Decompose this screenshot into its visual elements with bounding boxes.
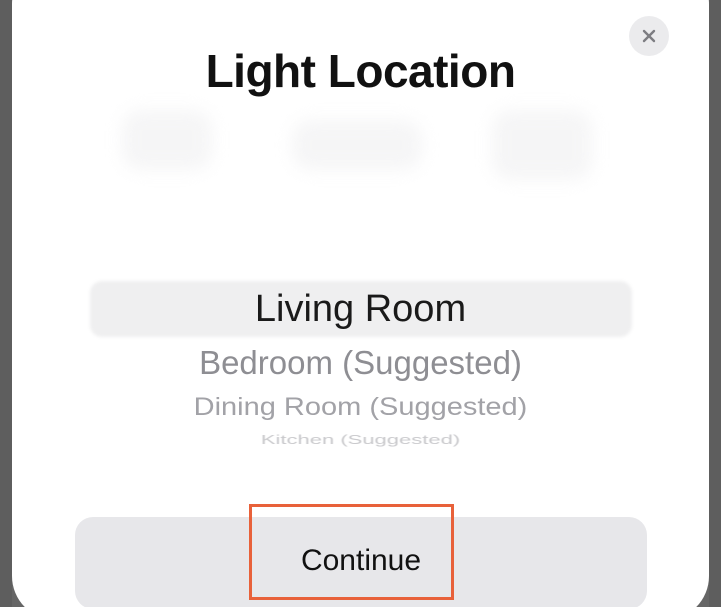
close-icon	[642, 29, 656, 43]
blurred-background-shape	[122, 110, 212, 170]
dimmed-background-left	[0, 0, 12, 607]
blurred-background-shape	[492, 110, 592, 180]
dialog-title: Light Location	[205, 45, 516, 97]
blurred-background-shape	[292, 120, 422, 170]
picker-option-dining-room[interactable]: Dining Room (Suggested)	[12, 393, 709, 421]
picker-option-kitchen[interactable]: Kitchen (Suggested)	[12, 432, 709, 448]
light-location-sheet: Light Location Living Room Bedroom (Sugg…	[12, 0, 709, 607]
continue-button-label: Continue	[300, 544, 422, 577]
dimmed-background-right	[709, 0, 721, 607]
screen: Light Location Living Room Bedroom (Sugg…	[0, 0, 721, 607]
continue-button[interactable]: Continue	[75, 517, 647, 607]
picker-option-living-room[interactable]: Living Room	[12, 288, 709, 331]
picker-option-bedroom[interactable]: Bedroom (Suggested)	[12, 344, 709, 382]
